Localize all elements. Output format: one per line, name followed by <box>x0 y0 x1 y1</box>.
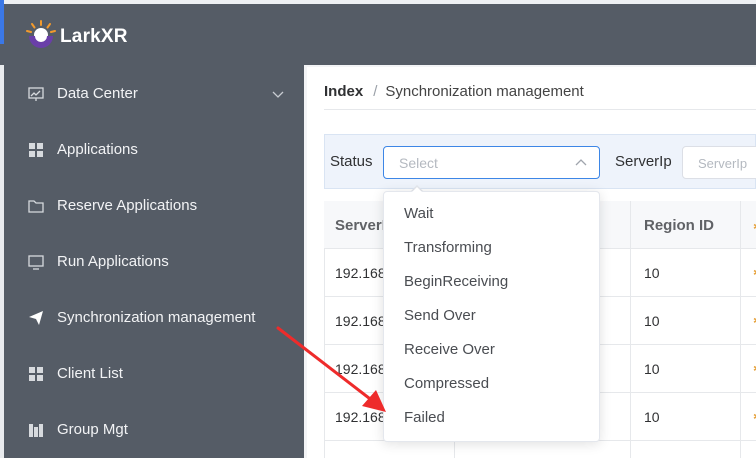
breadcrumb: Index / Synchronization management <box>324 83 584 100</box>
status-option-wait[interactable]: Wait <box>384 197 599 231</box>
cell-serverip: 192.168 <box>335 313 386 329</box>
column-header-region-id[interactable]: Region ID <box>644 217 714 234</box>
chevron-up-icon <box>575 159 587 166</box>
status-option-label: Receive Over <box>404 341 495 358</box>
top-bar: LarkXR <box>0 0 756 65</box>
status-option-label: Send Over <box>404 307 476 324</box>
cell-serverip: 192.168 <box>335 265 386 281</box>
monitor-icon <box>28 255 44 270</box>
sidebar-item-label: Synchronization management <box>57 309 256 326</box>
sidebar-item-reserve-applications[interactable]: Reserve Applications <box>0 178 304 234</box>
monitor-chart-icon <box>28 87 44 101</box>
bar-icon <box>29 424 43 437</box>
top-edge <box>0 0 756 4</box>
dropdown-caret-fill <box>412 187 422 192</box>
serverip-input-placeholder: ServerIp <box>698 156 748 171</box>
sidebar: Data Center Applications Reserve Applica… <box>0 65 304 458</box>
status-option-transforming[interactable]: Transforming <box>384 231 599 265</box>
larkxr-logo-icon <box>26 20 56 48</box>
breadcrumb-root[interactable]: Index <box>324 83 363 100</box>
status-option-label: Compressed <box>404 375 490 392</box>
sidebar-item-synchronization-management[interactable]: Synchronization management <box>0 290 304 346</box>
sidebar-item-group-mgt[interactable]: Group Mgt <box>0 402 304 458</box>
breadcrumb-current: Synchronization management <box>385 83 584 100</box>
cell-region-id: 10 <box>644 409 660 425</box>
status-option-label: Wait <box>404 205 434 222</box>
status-select-placeholder: Select <box>399 155 438 171</box>
status-option-label: Failed <box>404 409 445 426</box>
cell-region-id: 10 <box>644 361 660 377</box>
chevron-down-icon <box>272 91 284 98</box>
status-option-beginreceiving[interactable]: BeginReceiving <box>384 265 599 299</box>
status-option-send-over[interactable]: Send Over <box>384 299 599 333</box>
brand-name: LarkXR <box>60 26 128 47</box>
status-option-label: Transforming <box>404 239 492 256</box>
breadcrumb-separator: / <box>373 83 378 100</box>
status-select[interactable]: Select <box>383 146 600 179</box>
sidebar-item-label: Applications <box>57 141 138 158</box>
status-option-compressed[interactable]: Compressed <box>384 367 599 401</box>
sidebar-item-label: Reserve Applications <box>57 197 198 214</box>
breadcrumb-divider <box>324 109 756 110</box>
paper-plane-icon <box>29 311 43 325</box>
grid-icon <box>29 143 43 157</box>
status-option-receive-over[interactable]: Receive Over <box>384 333 599 367</box>
folder-icon <box>28 200 44 213</box>
sidebar-item-label: Client List <box>57 365 123 382</box>
serverip-input[interactable]: ServerIp <box>682 146 756 179</box>
window-edge-accent <box>0 0 4 44</box>
grid-icon <box>29 367 43 381</box>
status-option-label: BeginReceiving <box>404 273 509 290</box>
sidebar-item-applications[interactable]: Applications <box>0 122 304 178</box>
status-option-failed[interactable]: Failed <box>384 401 599 435</box>
sidebar-item-client-list[interactable]: Client List <box>0 346 304 402</box>
cell-region-id: 10 <box>644 313 660 329</box>
cell-serverip: 192.168 <box>335 409 386 425</box>
cell-serverip: 192.168 <box>335 361 386 377</box>
sidebar-item-label: Group Mgt <box>57 421 128 438</box>
serverip-label: ServerIp <box>615 153 672 170</box>
sidebar-item-data-center[interactable]: Data Center <box>0 66 304 122</box>
sidebar-item-label: Run Applications <box>57 253 169 270</box>
sidebar-item-run-applications[interactable]: Run Applications <box>0 234 304 290</box>
cell-region-id: 10 <box>644 265 660 281</box>
sidebar-item-label: Data Center <box>57 85 138 102</box>
status-label: Status <box>330 153 373 170</box>
